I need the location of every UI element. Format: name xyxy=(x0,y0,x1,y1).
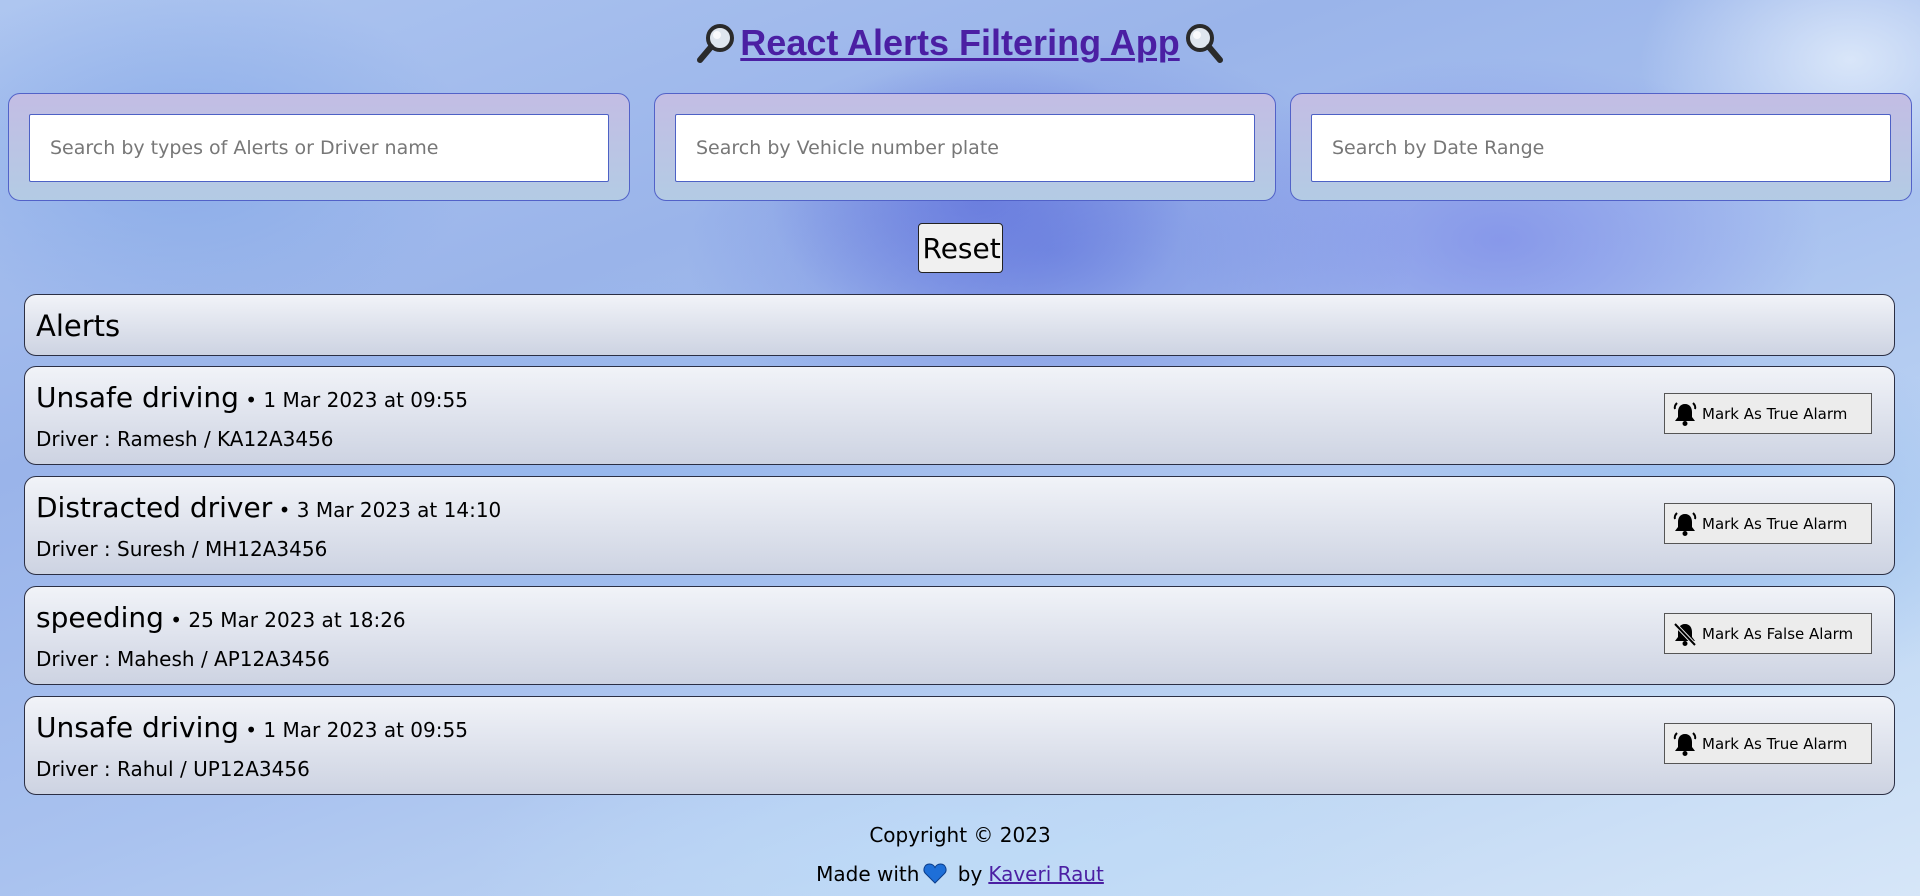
alert-timestamp: • 1 Mar 2023 at 09:55 xyxy=(238,388,468,412)
mark-false-alarm-button[interactable]: Mark As False Alarm xyxy=(1664,613,1872,654)
heart-icon xyxy=(923,863,947,884)
reset-button[interactable]: Reset xyxy=(917,223,1003,273)
alert-card: speeding • 25 Mar 2023 at 18:26 Driver :… xyxy=(24,586,1895,685)
alert-card: Unsafe driving • 1 Mar 2023 at 09:55 Dri… xyxy=(24,696,1895,795)
bell-ringing-icon xyxy=(1673,731,1697,756)
vehicle-search-input[interactable] xyxy=(675,114,1255,182)
alert-driver: Driver : Ramesh / KA12A3456 xyxy=(36,427,334,451)
page-title-wrap: React Alerts Filtering App xyxy=(0,22,1920,68)
alert-timestamp: • 25 Mar 2023 at 18:26 xyxy=(163,608,406,632)
alert-driver: Driver : Rahul / UP12A3456 xyxy=(36,757,310,781)
alert-driver: Driver : Suresh / MH12A3456 xyxy=(36,537,328,561)
bell-slash-icon xyxy=(1673,622,1697,646)
alarm-button-label: Mark As True Alarm xyxy=(1702,514,1848,533)
date-range-search-input[interactable] xyxy=(1311,114,1891,182)
alert-title-line: speeding • 25 Mar 2023 at 18:26 xyxy=(36,601,406,634)
alert-timestamp: • 3 Mar 2023 at 14:10 xyxy=(272,498,502,522)
alarm-button-label: Mark As True Alarm xyxy=(1702,404,1848,423)
author-link[interactable]: Kaveri Raut xyxy=(988,862,1104,886)
alarm-button-label: Mark As True Alarm xyxy=(1702,734,1848,753)
magnifier-right-icon xyxy=(1185,24,1223,63)
alert-type: Distracted driver xyxy=(36,491,273,524)
bell-ringing-icon xyxy=(1673,511,1697,536)
mark-true-alarm-button[interactable]: Mark As True Alarm xyxy=(1664,393,1872,434)
alert-card: Unsafe driving • 1 Mar 2023 at 09:55 Dri… xyxy=(24,366,1895,465)
page-title[interactable]: React Alerts Filtering App xyxy=(696,22,1223,64)
filters-bar xyxy=(8,93,1912,203)
footer-credit: Made with by Kaveri Raut xyxy=(0,862,1920,886)
page-title-text: React Alerts Filtering App xyxy=(740,22,1180,63)
alerts-heading: Alerts xyxy=(36,309,121,343)
alert-type: Unsafe driving xyxy=(36,711,239,744)
made-with-text: Made with xyxy=(816,862,920,886)
date-range-filter-box xyxy=(1290,93,1912,201)
footer-copyright: Copyright © 2023 xyxy=(869,823,1051,847)
alerts-header: Alerts xyxy=(24,294,1895,356)
alert-type: speeding xyxy=(36,601,164,634)
alert-type: Unsafe driving xyxy=(36,381,239,414)
alert-driver-filter-box xyxy=(8,93,630,201)
alert-driver-search-input[interactable] xyxy=(29,114,609,182)
vehicle-filter-box xyxy=(654,93,1276,201)
reset-wrap: Reset xyxy=(0,223,1920,273)
alert-driver: Driver : Mahesh / AP12A3456 xyxy=(36,647,330,671)
alert-timestamp: • 1 Mar 2023 at 09:55 xyxy=(238,718,468,742)
bell-ringing-icon xyxy=(1673,401,1697,426)
mark-true-alarm-button[interactable]: Mark As True Alarm xyxy=(1664,723,1872,764)
alert-title-line: Unsafe driving • 1 Mar 2023 at 09:55 xyxy=(36,711,468,744)
alert-title-line: Unsafe driving • 1 Mar 2023 at 09:55 xyxy=(36,381,468,414)
alert-card: Distracted driver • 3 Mar 2023 at 14:10 … xyxy=(24,476,1895,575)
by-text: by xyxy=(951,862,983,886)
magnifier-left-icon xyxy=(697,24,735,63)
mark-true-alarm-button[interactable]: Mark As True Alarm xyxy=(1664,503,1872,544)
alarm-button-label: Mark As False Alarm xyxy=(1702,624,1854,643)
alert-title-line: Distracted driver • 3 Mar 2023 at 14:10 xyxy=(36,491,501,524)
